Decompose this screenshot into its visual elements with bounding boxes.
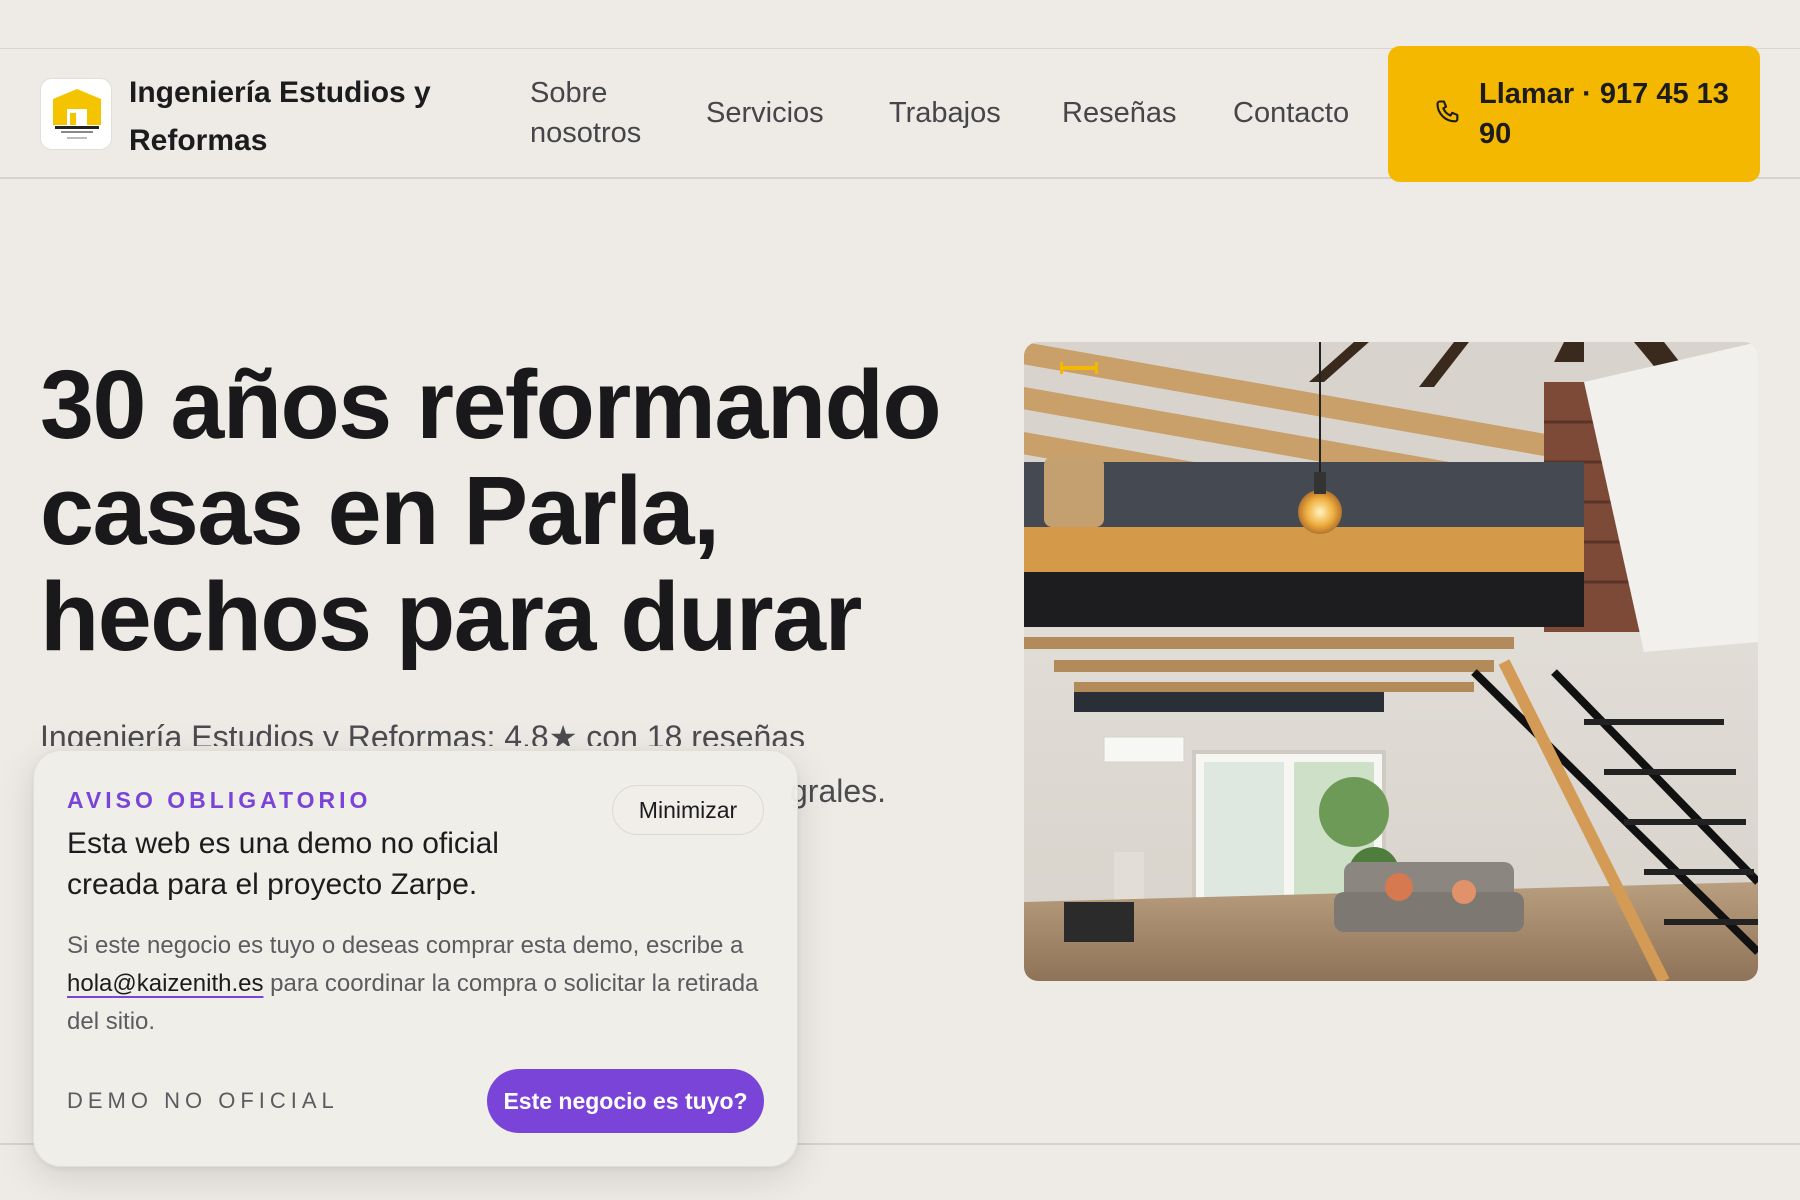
demo-tag: DEMO NO OFICIAL [67, 1088, 339, 1113]
site-header: Ingeniería Estudios y Reformas Sobre nos… [0, 46, 1800, 182]
hero-image [1024, 342, 1758, 981]
hero-title: 30 años reformando casas en Parla, hecho… [40, 350, 942, 671]
minimize-button[interactable]: Minimizar [612, 785, 764, 835]
nav-resenas[interactable]: Reseñas [1062, 93, 1176, 133]
notice-kicker: AVISO OBLIGATORIO [67, 787, 372, 813]
nav-servicios[interactable]: Servicios [706, 93, 824, 133]
notice-body-start: Si este negocio es tuyo o deseas comprar… [67, 932, 744, 959]
call-button[interactable]: Llamar · 917 45 13 90 [1388, 46, 1760, 182]
demo-notice-dialog: AVISO OBLIGATORIO Minimizar Esta web es … [33, 750, 798, 1167]
interior-loft-photo [1024, 342, 1758, 981]
nav-sobre-nosotros[interactable]: Sobre nosotros [530, 73, 670, 153]
nav-contacto[interactable]: Contacto [1233, 93, 1349, 133]
logo-house-icon [41, 79, 111, 149]
brand-name[interactable]: Ingeniería Estudios y Reformas [129, 69, 469, 165]
nav-trabajos[interactable]: Trabajos [889, 93, 1001, 133]
hero-subtitle-tail: grales. [790, 773, 887, 809]
hero-subtitle: Ingeniería Estudios y Reformas: 4.8★ con… [40, 719, 806, 746]
brand-logo[interactable] [40, 78, 112, 150]
contact-email-link[interactable]: hola@kaizenith.es [67, 970, 263, 997]
top-strip [0, 0, 1800, 49]
notice-body: Si este negocio es tuyo o deseas comprar… [67, 927, 777, 1041]
notice-title: Esta web es una demo no oficial creada p… [67, 827, 499, 901]
phone-icon [1436, 100, 1459, 123]
call-button-label: Llamar · 917 45 13 90 [1479, 78, 1729, 150]
claim-business-button[interactable]: Este negocio es tuyo? [487, 1069, 764, 1133]
